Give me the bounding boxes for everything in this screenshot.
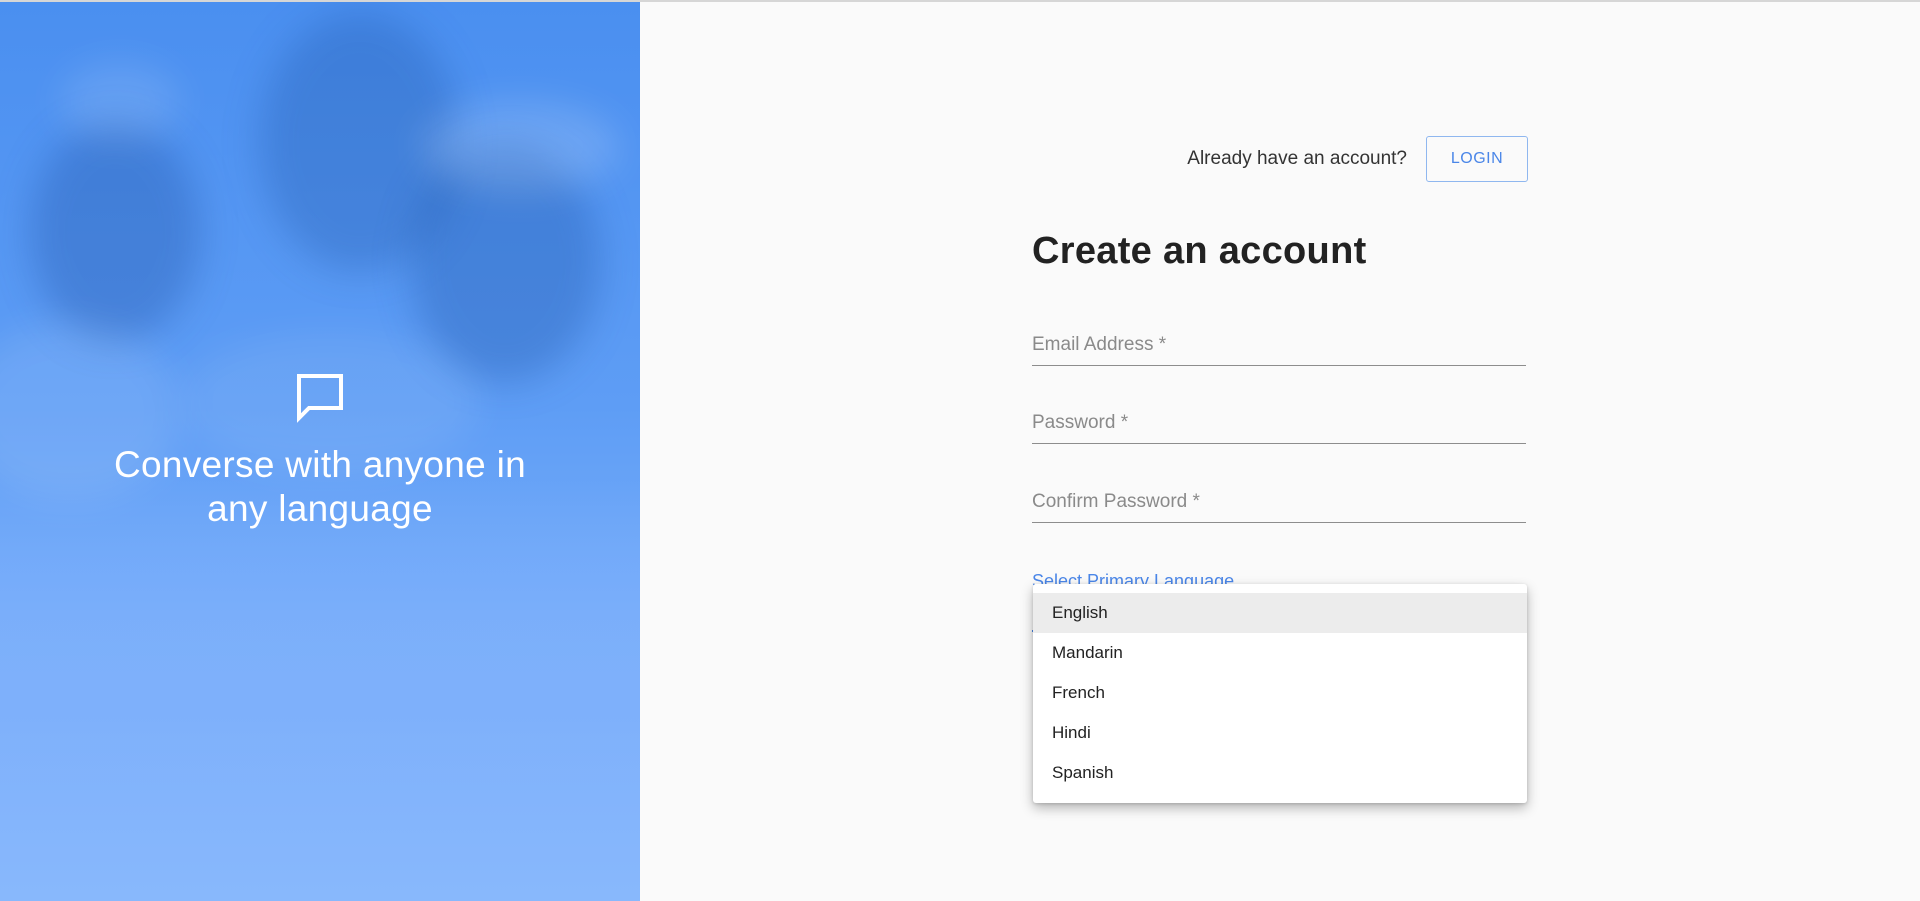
login-button[interactable]: LOGIN: [1426, 136, 1528, 182]
hero-content: Converse with anyone in any language: [0, 372, 640, 531]
password-field[interactable]: [1032, 403, 1526, 443]
hero-photo-shape: [420, 102, 620, 192]
chat-bubble-icon: [294, 372, 346, 424]
login-prompt-row: Already have an account? LOGIN: [1160, 134, 1528, 184]
email-field[interactable]: [1032, 325, 1526, 365]
hero-panel: Converse with anyone in any language: [0, 2, 640, 901]
language-option-spanish[interactable]: Spanish: [1033, 753, 1527, 793]
confirm-password-field-container: [1032, 482, 1526, 523]
top-border: [0, 0, 1920, 2]
language-option-english[interactable]: English: [1033, 593, 1527, 633]
hero-gradient-overlay: [0, 481, 640, 901]
language-option-french[interactable]: French: [1033, 673, 1527, 713]
confirm-password-field[interactable]: [1032, 482, 1526, 522]
hero-tagline: Converse with anyone in any language: [113, 444, 527, 529]
password-field-container: [1032, 403, 1526, 444]
language-option-mandarin[interactable]: Mandarin: [1033, 633, 1527, 673]
hero-photo-shape: [60, 62, 180, 142]
language-dropdown-menu: English Mandarin French Hindi Spanish: [1033, 584, 1527, 803]
login-prompt-text: Already have an account?: [1187, 148, 1407, 169]
email-field-container: [1032, 325, 1526, 366]
language-option-hindi[interactable]: Hindi: [1033, 713, 1527, 753]
hero-photo-shape: [30, 122, 200, 342]
page-title: Create an account: [1032, 230, 1367, 272]
